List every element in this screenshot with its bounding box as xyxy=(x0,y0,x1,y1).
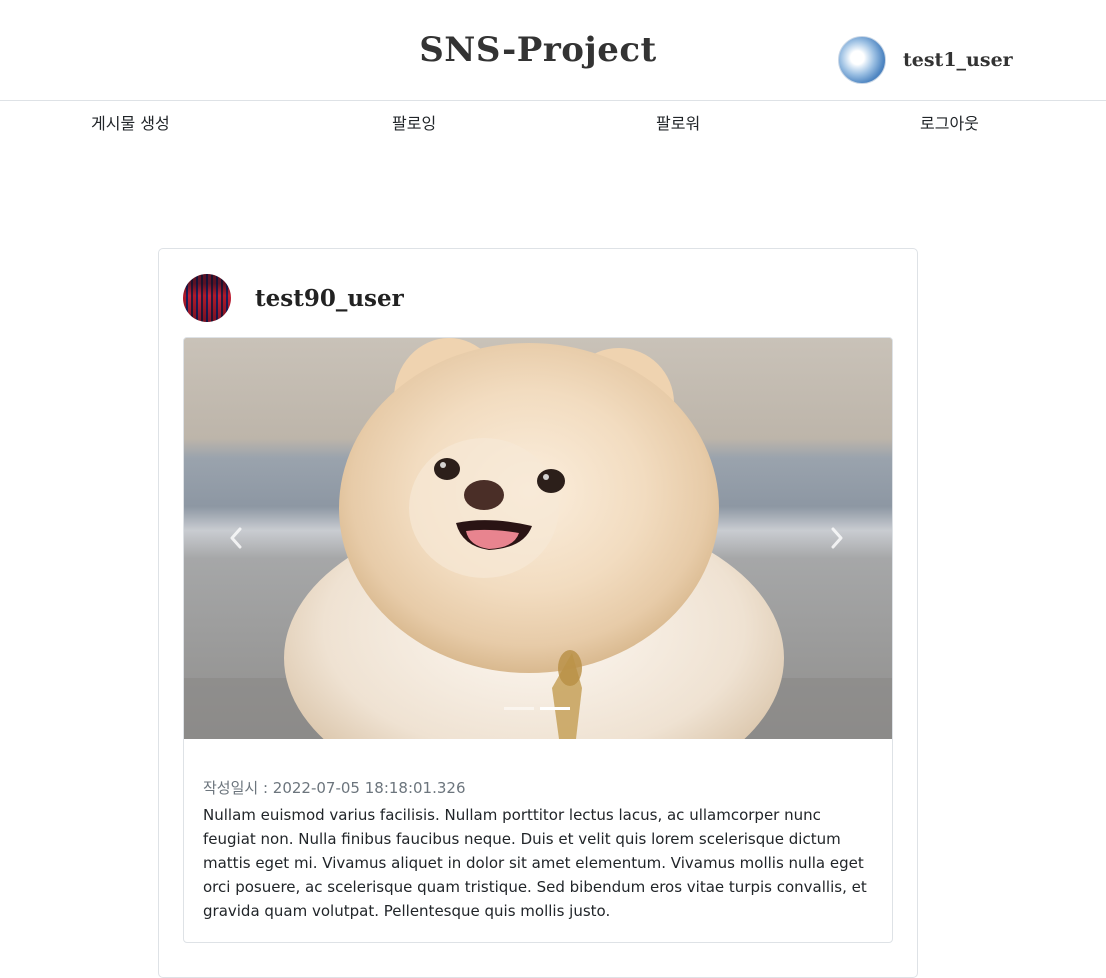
image-carousel xyxy=(184,338,892,739)
carousel-next-button[interactable] xyxy=(817,518,857,558)
carousel-indicator-1[interactable] xyxy=(504,707,534,710)
main-nav: 게시물 생성 팔로잉 팔로워 로그아웃 xyxy=(0,101,1106,147)
site-header: SNS-Project test1_user xyxy=(0,0,1106,101)
nav-create-post[interactable]: 게시물 생성 xyxy=(91,113,170,135)
post-image xyxy=(184,338,892,739)
chevron-left-icon xyxy=(230,527,242,549)
post-content: Nullam euismod varius facilisis. Nullam … xyxy=(203,806,867,920)
carousel-indicators xyxy=(504,707,570,710)
author-avatar[interactable] xyxy=(183,274,231,322)
post-author[interactable]: test90_user xyxy=(183,273,404,323)
author-username[interactable]: test90_user xyxy=(255,285,404,312)
current-user[interactable]: test1_user xyxy=(838,35,1013,85)
nav-following[interactable]: 팔로잉 xyxy=(392,113,436,135)
carousel-indicator-2[interactable] xyxy=(540,707,570,710)
nav-followers[interactable]: 팔로워 xyxy=(656,113,700,135)
post-card: test90_user 작성일시: 2022-07-05 18:18:01.3… xyxy=(158,248,918,978)
chevron-right-icon xyxy=(831,527,843,549)
post-date: 작성일시 : 2022-07-05 18:18:01.326 xyxy=(203,779,466,797)
carousel-prev-button[interactable] xyxy=(216,518,256,558)
current-username[interactable]: test1_user xyxy=(903,49,1013,71)
nav-logout[interactable]: 로그아웃 xyxy=(920,113,979,135)
user-avatar[interactable] xyxy=(838,36,886,84)
post-body: 작성일시 : 2022-07-05 18:18:01.326 Nullam eu… xyxy=(183,337,893,943)
